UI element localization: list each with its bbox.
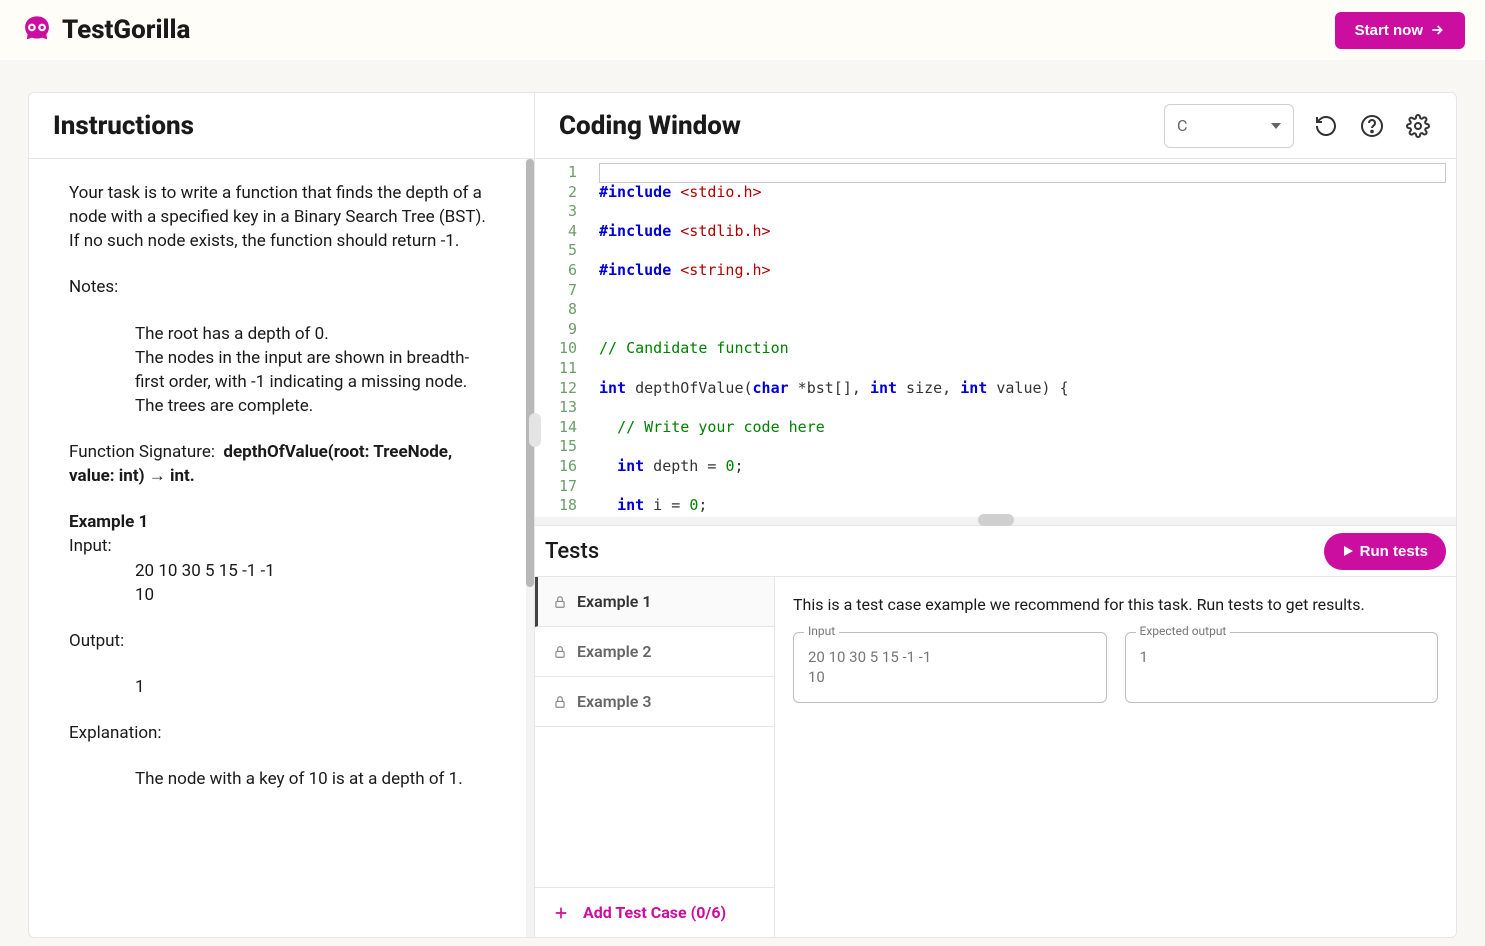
language-value: C bbox=[1177, 116, 1187, 135]
instructions-header: Instructions bbox=[29, 93, 534, 159]
example1-explanation: The node with a key of 10 is at a depth … bbox=[69, 767, 494, 791]
gear-icon bbox=[1406, 114, 1430, 138]
start-now-button[interactable]: Start now bbox=[1335, 12, 1465, 49]
logo[interactable]: TestGorilla bbox=[20, 13, 190, 47]
input-value: 20 10 30 5 15 -1 -1 10 bbox=[808, 647, 1092, 688]
example1-output: 1 bbox=[69, 675, 494, 699]
reset-button[interactable] bbox=[1312, 112, 1340, 140]
line-gutter: 123456789101112131415161718 bbox=[535, 159, 599, 517]
note-0: The root has a depth of 0. bbox=[135, 322, 494, 346]
run-tests-label: Run tests bbox=[1360, 543, 1428, 560]
vertical-split-handle[interactable] bbox=[978, 514, 1014, 526]
example1-block: Example 1 Input: bbox=[69, 510, 494, 558]
run-tests-button[interactable]: Run tests bbox=[1324, 533, 1446, 570]
caret-down-icon bbox=[1271, 123, 1281, 129]
brand-text: TestGorilla bbox=[62, 15, 190, 45]
note-2: The trees are complete. bbox=[135, 394, 494, 418]
instructions-body[interactable]: Your task is to write a function that fi… bbox=[29, 159, 534, 835]
test-item-2[interactable]: Example 2 bbox=[535, 627, 774, 677]
code-editor[interactable]: 123456789101112131415161718 #include <st… bbox=[535, 159, 1456, 517]
instructions-panel: Instructions Your task is to write a fun… bbox=[29, 93, 535, 937]
tests-detail: This is a test case example we recommend… bbox=[775, 577, 1456, 937]
arrow-right-icon bbox=[1429, 22, 1445, 38]
help-icon bbox=[1360, 114, 1384, 138]
lock-icon bbox=[553, 645, 567, 659]
coding-controls: C bbox=[1164, 104, 1432, 148]
play-icon bbox=[1342, 545, 1354, 557]
note-1: The nodes in the input are shown in brea… bbox=[135, 346, 494, 394]
output-value: 1 bbox=[1140, 647, 1424, 667]
tests-header: Tests Run tests bbox=[535, 526, 1456, 576]
add-test-case-button[interactable]: Add Test Case (0/6) bbox=[535, 887, 774, 937]
test-description: This is a test case example we recommend… bbox=[793, 595, 1438, 614]
code-content: #include <stdio.h> #include <stdlib.h> #… bbox=[599, 159, 1456, 517]
output-label: Output: bbox=[69, 629, 494, 653]
test-item-3[interactable]: Example 3 bbox=[535, 677, 774, 727]
tests-body: Example 1 Example 2 Example 3 Add Test C… bbox=[535, 576, 1456, 937]
reset-icon bbox=[1314, 114, 1338, 138]
vertical-split bbox=[535, 517, 1456, 525]
coding-header: Coding Window C bbox=[535, 93, 1456, 159]
settings-button[interactable] bbox=[1404, 112, 1432, 140]
tests-list: Example 1 Example 2 Example 3 Add Test C… bbox=[535, 577, 775, 937]
instructions-title: Instructions bbox=[53, 111, 194, 141]
lock-icon bbox=[553, 595, 567, 609]
workspace: Instructions Your task is to write a fun… bbox=[28, 92, 1457, 938]
test-item-1[interactable]: Example 1 bbox=[535, 577, 774, 627]
instructions-intro: Your task is to write a function that fi… bbox=[69, 181, 494, 253]
instructions-scrollbar[interactable] bbox=[526, 159, 534, 937]
test-io-row: Input 20 10 30 5 15 -1 -1 10 Expected ou… bbox=[793, 632, 1438, 703]
example1-label: Example 1 bbox=[69, 510, 494, 534]
tests-title: Tests bbox=[545, 539, 599, 564]
topbar: TestGorilla Start now bbox=[0, 0, 1485, 60]
output-legend: Expected output bbox=[1136, 624, 1231, 638]
notes-label: Notes: bbox=[69, 275, 494, 299]
explanation-label: Explanation: bbox=[69, 721, 494, 745]
example1-input: 20 10 30 5 15 -1 -1 10 bbox=[69, 559, 494, 607]
plus-icon bbox=[553, 905, 569, 921]
language-select[interactable]: C bbox=[1164, 104, 1294, 148]
test-input-field[interactable]: Input 20 10 30 5 15 -1 -1 10 bbox=[793, 632, 1107, 703]
help-button[interactable] bbox=[1358, 112, 1386, 140]
notes-list: The root has a depth of 0. The nodes in … bbox=[69, 322, 494, 419]
lock-icon bbox=[553, 695, 567, 709]
coding-panel: Coding Window C 12345678910 bbox=[535, 93, 1456, 937]
input-label: Input: bbox=[69, 534, 494, 558]
input-legend: Input bbox=[804, 624, 839, 638]
horizontal-split-handle[interactable] bbox=[529, 413, 541, 447]
tests-section: Tests Run tests Example 1 Example 2 bbox=[535, 525, 1456, 937]
signature-line: Function Signature: depthOfValue(root: T… bbox=[69, 440, 494, 488]
start-now-label: Start now bbox=[1355, 22, 1423, 39]
gorilla-icon bbox=[20, 13, 54, 47]
coding-title: Coding Window bbox=[559, 111, 741, 141]
test-output-field[interactable]: Expected output 1 bbox=[1125, 632, 1439, 703]
